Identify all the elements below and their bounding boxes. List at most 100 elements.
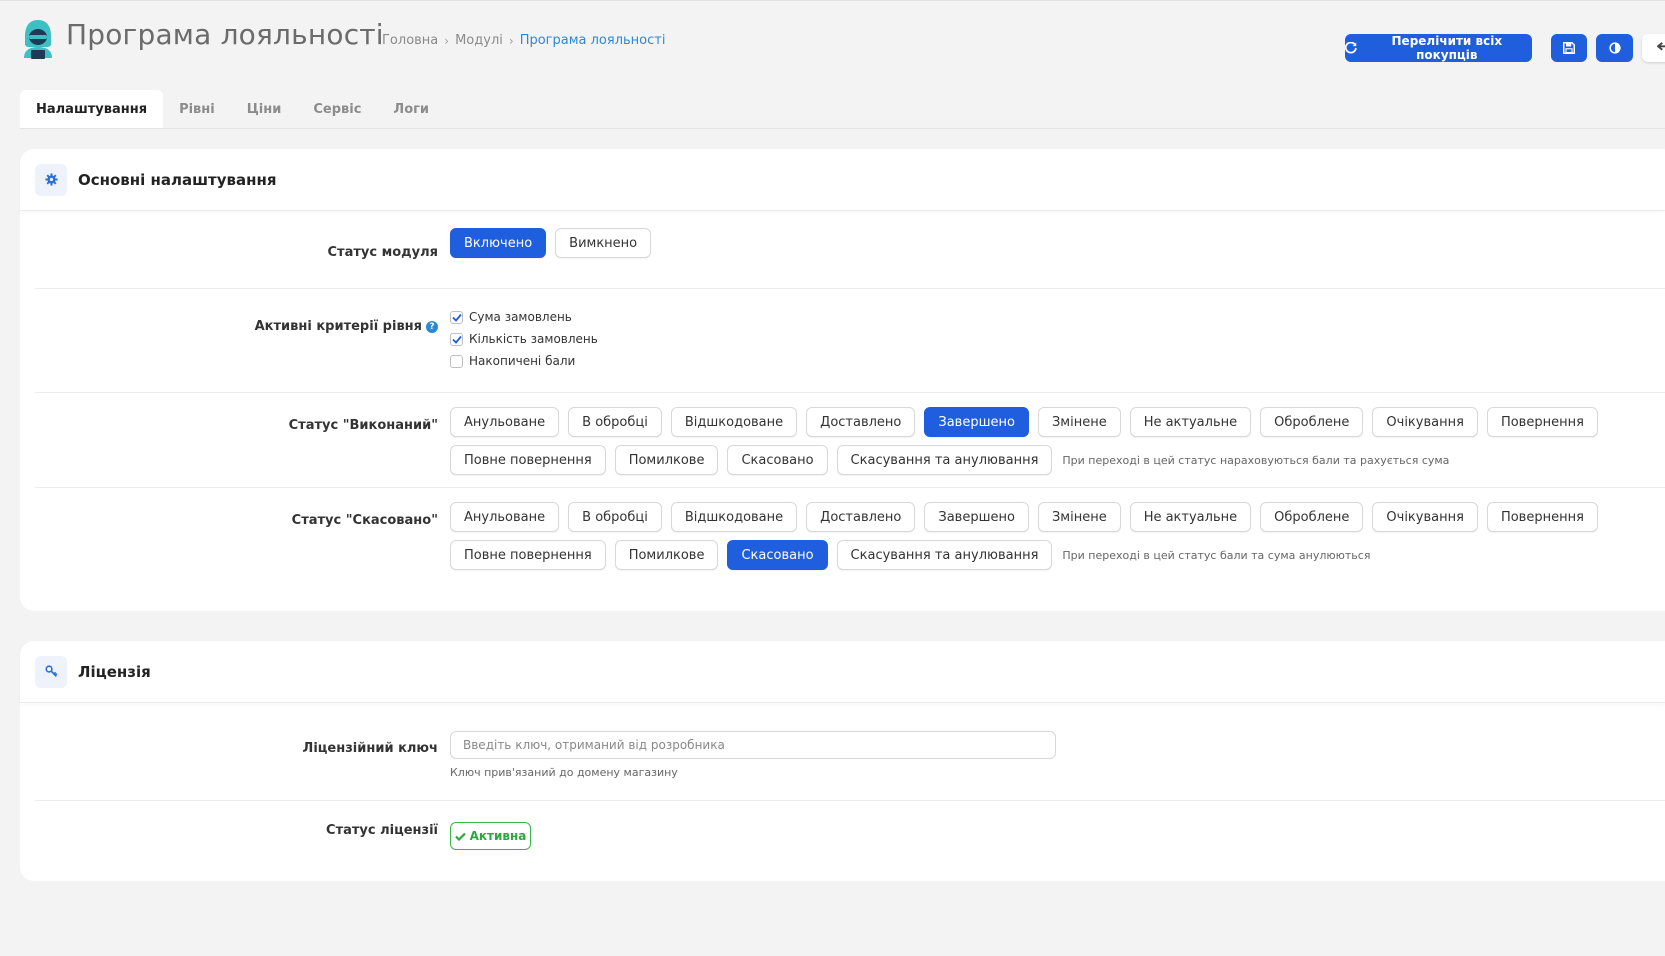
back-button[interactable] [1642,34,1665,62]
status-cancel-option-button[interactable]: Скасування та анулювання [836,540,1053,570]
status-cancel-option-button[interactable]: Скасовано [727,540,828,570]
license-icon-wrap [35,655,67,688]
recalculate-customers-button[interactable]: Перелічити всіх покупців [1345,34,1532,62]
criteria-row: Активні критерії рівня ? Сума замовлень … [35,289,1665,393]
status-done-option-button[interactable]: Змінене [1037,407,1121,437]
checkbox-order-count[interactable] [450,332,463,346]
status-cancel-option-button[interactable]: Оброблене [1260,502,1364,532]
breadcrumb-home[interactable]: Головна [382,33,438,48]
status-cancel-row1: Анульоване В обробці Відшкодоване Доставлен… [450,502,1598,532]
tab-prices[interactable]: Ціни [231,90,298,128]
status-done-option-button[interactable]: Очікування [1372,407,1478,437]
tab-settings[interactable]: Налаштування [20,90,164,128]
criteria-item-label: Накопичені бали [469,354,576,368]
status-cancel-option-button[interactable]: Анульоване [450,502,560,532]
save-icon [1563,42,1575,54]
status-cancel-option-button[interactable]: Помилкове [614,540,719,570]
status-cancel-hint: При переході в цей статус бали та сума а… [1062,548,1371,562]
checkbox-points[interactable] [450,354,463,368]
license-key-row: Ліцензійний ключ Ключ прив'язаний до дом… [35,703,1665,801]
page-title: Програма лояльності [66,18,384,51]
tab-bar: Налаштування Рівні Ціни Сервіс Логи [20,90,445,128]
theme-toggle-button[interactable] [1596,34,1633,62]
license-panel: Ліцензія Ліцензійний ключ Ключ прив'язан… [20,641,1665,881]
breadcrumb-separator: › [444,33,450,48]
status-done-option-button[interactable]: Не актуальне [1129,407,1252,437]
tab-logs[interactable]: Логи [377,90,445,128]
status-done-option-button[interactable]: Анульоване [450,407,560,437]
save-button[interactable] [1551,34,1587,62]
tabs-divider [20,128,1665,129]
question-icon[interactable]: ? [426,320,438,333]
status-cancel-row: Статус "Скасовано" Анульоване В обробці Ві… [35,488,1665,583]
criteria-item[interactable]: Сума замовлень [450,306,598,328]
module-status-off-button[interactable]: Вимкнено [555,228,652,258]
tab-service[interactable]: Сервіс [297,90,377,128]
status-cancel-row2: Повне повернення Помилкове Скасовано Скасув… [450,540,1598,570]
criteria-item[interactable]: Кількість замовлень [450,328,598,350]
license-title: Ліцензія [78,662,151,681]
status-done-option-button[interactable]: Помилкове [614,445,719,475]
status-cancel-option-button[interactable]: Очікування [1372,502,1478,532]
criteria-item[interactable]: Накопичені бали [450,350,598,372]
license-header: Ліцензія [20,641,1665,703]
status-cancel-option-button[interactable]: В обробці [568,502,662,532]
gear-icon [44,173,58,186]
status-cancel-option-button[interactable]: Не актуальне [1129,502,1252,532]
status-cancel-option-button[interactable]: Змінене [1037,502,1121,532]
top-divider [0,0,1665,1]
status-done-option-button[interactable]: В обробці [568,407,662,437]
breadcrumb-current[interactable]: Програма лояльності [520,33,666,48]
breadcrumb-modules[interactable]: Модулі [455,33,503,48]
check-icon [451,313,462,322]
contrast-icon [1608,42,1621,54]
main-settings-title: Основні налаштування [78,170,277,189]
status-done-option-button[interactable]: Відшкодоване [670,407,798,437]
module-status-on-button[interactable]: Включено [450,228,547,258]
status-cancel-option-button[interactable]: Повне повернення [450,540,606,570]
criteria-item-label: Сума замовлень [469,310,572,324]
license-key-group: Ключ прив'язаний до домену магазину [450,731,1056,779]
criteria-label: Активні критерії рівня [254,319,422,334]
page-header: Програма лояльності Головна › Модулі › П… [20,14,1665,64]
license-key-label: Ліцензійний ключ [302,741,438,756]
status-done-option-button[interactable]: Завершено [924,407,1029,437]
status-done-row: Статус "Виконаний" Анульоване В обробці Ві… [35,393,1665,488]
status-cancel-options: Анульоване В обробці Відшкодоване Доставлен… [450,502,1598,570]
status-cancel-label: Статус "Скасовано" [291,513,438,528]
status-cancel-option-button[interactable]: Повернення [1486,502,1598,532]
status-cancel-option-button[interactable]: Відшкодоване [670,502,798,532]
check-icon [454,832,466,841]
status-done-option-button[interactable]: Повернення [1486,407,1598,437]
status-done-option-button[interactable]: Доставлено [806,407,916,437]
status-done-option-button[interactable]: Повне повернення [450,445,606,475]
status-done-option-button[interactable]: Скасування та анулювання [836,445,1053,475]
status-cancel-option-button[interactable]: Завершено [924,502,1029,532]
module-status-label: Статус модуля [327,245,439,260]
status-done-hint: При переході в цей статус нараховуються … [1062,453,1450,467]
license-status-label: Статус ліцензії [326,823,438,838]
status-done-option-button[interactable]: Оброблене [1260,407,1364,437]
checkbox-order-sum[interactable] [450,310,463,324]
criteria-label-wrap: Активні критерії рівня ? [255,319,438,334]
main-settings-icon-wrap [35,163,67,196]
status-done-option-button[interactable]: Скасовано [727,445,828,475]
license-key-help: Ключ прив'язаний до домену магазину [450,766,678,779]
breadcrumb: Головна › Модулі › Програма лояльності [382,33,665,48]
main-settings-header: Основні налаштування [20,149,1665,211]
status-done-row2: Повне повернення Помилкове Скасовано Скасув… [450,445,1598,475]
logo-hacker-icon [24,20,52,59]
recalculate-label: Перелічити всіх покупців [1391,34,1503,62]
status-done-row1: Анульоване В обробці Відшкодоване Доставлен… [450,407,1598,437]
license-status-row: Статус ліцензії Активна [35,801,1665,881]
breadcrumb-separator: › [508,33,514,48]
license-key-input[interactable] [450,731,1056,759]
key-icon [44,665,57,677]
main-settings-panel: Основні налаштування Статус модуля Включ… [20,149,1665,611]
license-status-badge: Активна [450,822,531,850]
tab-levels[interactable]: Рівні [163,90,231,128]
check-icon [451,335,462,344]
status-done-label: Статус "Виконаний" [288,418,438,433]
refresh-icon [1345,42,1357,54]
status-cancel-option-button[interactable]: Доставлено [806,502,916,532]
